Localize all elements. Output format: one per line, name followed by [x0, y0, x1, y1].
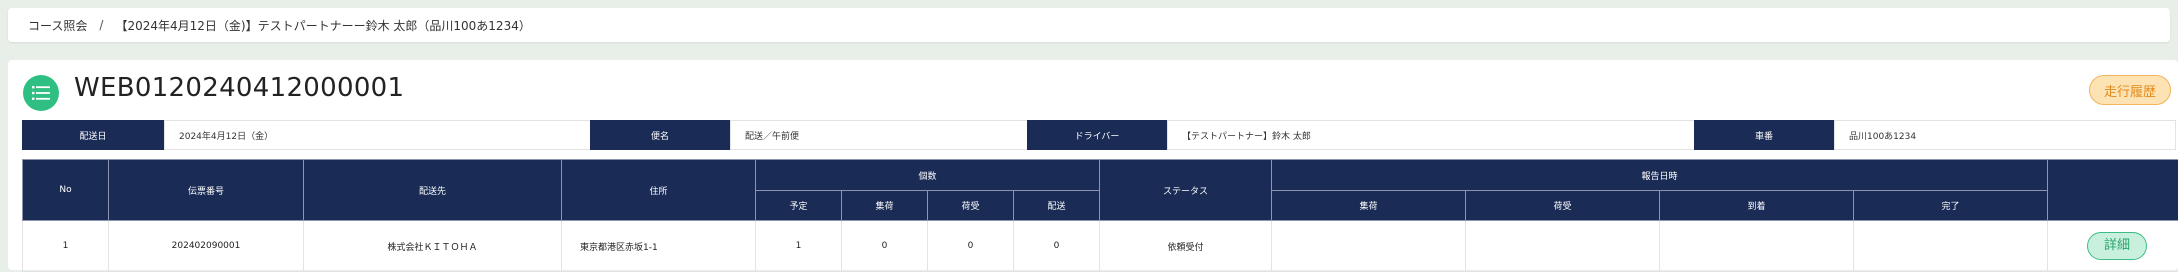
driver-value: 【テストパートナー】鈴木 太郎: [1167, 120, 1709, 150]
cell-report-arrival: [1660, 221, 1854, 272]
vehicle-value: 品川100あ1234: [1834, 120, 2176, 150]
delivery-table: No 伝票番号 配送先 住所 個数 ステータス 報告日時 予定 集荷 荷受 配送…: [22, 159, 2178, 272]
cell-no: 1: [23, 221, 109, 272]
list-icon: [23, 75, 59, 111]
breadcrumb-separator: /: [99, 18, 103, 32]
col-header-status: ステータス: [1100, 160, 1272, 221]
col-header-destination: 配送先: [304, 160, 562, 221]
col-header-slip-number: 伝票番号: [109, 160, 304, 221]
col-header-actions: [2048, 160, 2178, 221]
course-name-label: 便名: [590, 120, 730, 150]
cell-slip-number: 202402090001: [109, 221, 304, 272]
col-header-report-complete: 完了: [1854, 191, 2048, 221]
col-header-report-pickup: 集荷: [1272, 191, 1466, 221]
breadcrumb: コース照会 / 【2024年4月12日（金)】テストパートナーー鈴木 太郎（品川…: [8, 8, 2170, 42]
col-header-address: 住所: [562, 160, 756, 221]
col-header-qty-delivered: 配送: [1014, 191, 1100, 221]
col-header-report-arrival: 到着: [1660, 191, 1854, 221]
delivery-date-label: 配送日: [22, 120, 164, 150]
cell-qty-delivered: 0: [1014, 221, 1100, 272]
breadcrumb-root-link[interactable]: コース照会: [28, 17, 87, 34]
col-header-report-received: 荷受: [1466, 191, 1660, 221]
cell-address: 東京都港区赤坂1-1: [562, 221, 756, 272]
cell-status: 依頼受付: [1100, 221, 1272, 272]
table-row: 1 202402090001 株式会社ＫＩＴＯＨＡ 東京都港区赤坂1-1 1 0…: [23, 221, 2178, 272]
cell-destination: 株式会社ＫＩＴＯＨＡ: [304, 221, 562, 272]
driver-label: ドライバー: [1027, 120, 1167, 150]
delivery-date-value: 2024年4月12日（金）: [164, 120, 612, 150]
vehicle-label: 車番: [1694, 120, 1834, 150]
col-header-report-group: 報告日時: [1272, 160, 2048, 191]
info-row: 配送日 2024年4月12日（金） 便名 配送／午前便 ドライバー 【テストパー…: [22, 120, 2176, 150]
cell-report-complete: [1854, 221, 2048, 272]
cell-report-pickup: [1272, 221, 1466, 272]
history-button[interactable]: 走行履歴: [2089, 75, 2171, 105]
col-header-qty-planned: 予定: [756, 191, 842, 221]
cell-qty-pickup: 0: [842, 221, 928, 272]
detail-button[interactable]: 詳細: [2087, 232, 2147, 260]
cell-qty-planned: 1: [756, 221, 842, 272]
breadcrumb-current: 【2024年4月12日（金)】テストパートナーー鈴木 太郎（品川100あ1234…: [115, 17, 530, 34]
cell-actions: 詳細: [2048, 221, 2178, 272]
cell-qty-received: 0: [928, 221, 1014, 272]
col-header-no: No: [23, 160, 109, 221]
cell-report-received: [1466, 221, 1660, 272]
col-header-qty-received: 荷受: [928, 191, 1014, 221]
col-header-qty-pickup: 集荷: [842, 191, 928, 221]
course-name-value: 配送／午前便: [730, 120, 1049, 150]
page-title: WEB0120240412000001: [74, 73, 404, 103]
col-header-quantity-group: 個数: [756, 160, 1100, 191]
